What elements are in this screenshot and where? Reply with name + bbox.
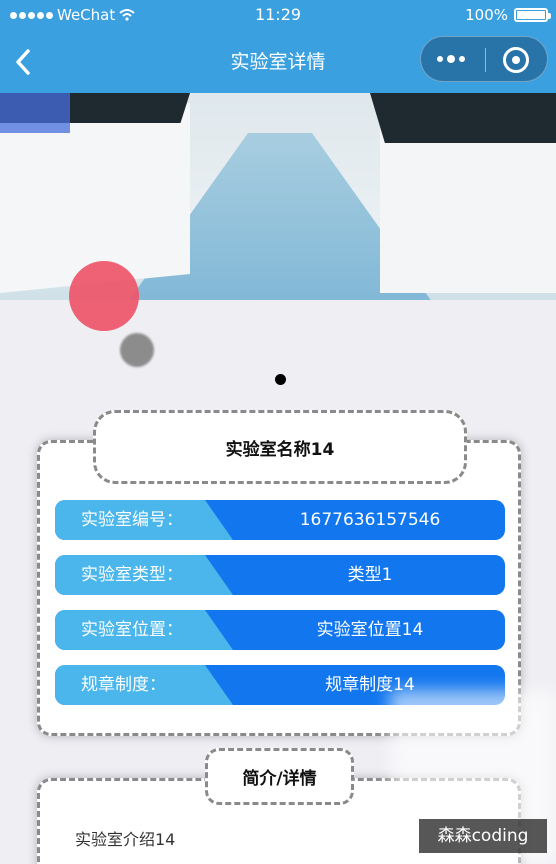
info-label: 规章制度： — [55, 665, 233, 705]
info-label: 实验室编号： — [55, 500, 233, 540]
intro-title: 简介/详情 — [205, 748, 354, 805]
battery-percent: 100% — [465, 6, 508, 24]
battery-indicator: 100% — [465, 6, 551, 24]
target-circle-icon[interactable] — [503, 47, 529, 73]
intro-text: 实验室介绍14 — [75, 830, 176, 849]
status-bar: WeChat 11:29 100% — [0, 0, 556, 30]
top-bar: WeChat 11:29 100% 实验室详情 — [0, 0, 556, 93]
info-label: 实验室类型： — [55, 555, 233, 595]
info-value: 类型1 — [347, 565, 393, 585]
info-value: 1677636157546 — [299, 510, 441, 530]
info-row-type: 实验室类型： 类型1 — [55, 555, 505, 595]
more-dots-icon[interactable] — [437, 55, 465, 63]
lab-name-title: 实验室名称14 — [93, 410, 467, 484]
mini-program-capsule — [420, 36, 548, 82]
info-row-location: 实验室位置： 实验室位置14 — [55, 610, 505, 650]
info-label: 实验室位置： — [55, 610, 233, 650]
touch-trail — [120, 333, 154, 367]
watermark: 森森coding — [419, 819, 547, 853]
info-row-number: 实验室编号： 1677636157546 — [55, 500, 505, 540]
carousel-dot[interactable] — [275, 374, 286, 385]
touch-indicator — [69, 261, 139, 331]
battery-icon — [514, 8, 551, 22]
capsule-divider — [485, 48, 486, 72]
info-value: 实验室位置14 — [316, 620, 424, 640]
